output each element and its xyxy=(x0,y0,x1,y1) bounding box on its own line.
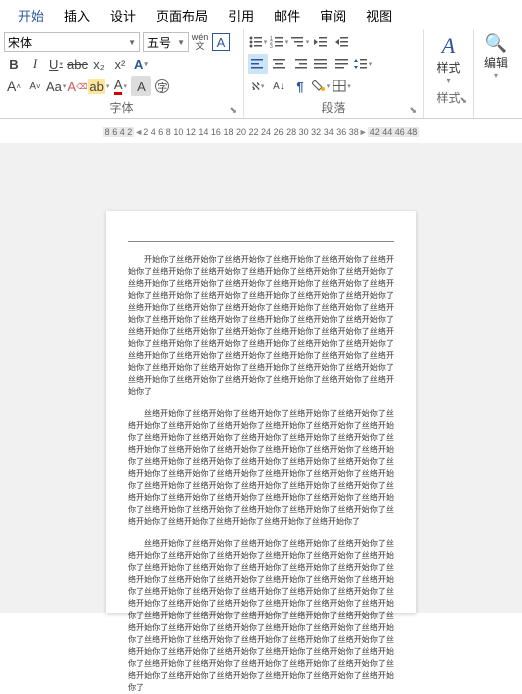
grow-font-button[interactable]: A˄ xyxy=(4,76,24,96)
text-effects-button[interactable]: A▾ xyxy=(131,54,151,74)
group-paragraph: ▾ 123▾ ▾ ▾ ℵ▾ A↓ ¶ ▾ ▾ 段落⬊ xyxy=(244,29,424,118)
char-border-button[interactable]: A xyxy=(211,32,231,52)
underline-button[interactable]: U▾ xyxy=(46,54,66,74)
sort-button[interactable]: A↓ xyxy=(269,76,289,96)
font-size-combo[interactable]: 五号 ▼ xyxy=(143,32,189,52)
ribbon: 宋体 ▼ 五号 ▼ wén文 A B I U▾ abc x₂ x² A▾ A˄ xyxy=(0,29,522,119)
align-distribute-button[interactable] xyxy=(332,54,352,74)
shrink-font-button[interactable]: A˅ xyxy=(25,76,45,96)
asian-layout-button[interactable]: ℵ▾ xyxy=(248,76,268,96)
show-marks-button[interactable]: ¶ xyxy=(290,76,310,96)
tab-mail[interactable]: 邮件 xyxy=(264,2,310,29)
indent-marker-icon[interactable]: ► xyxy=(359,127,368,137)
tab-references[interactable]: 引用 xyxy=(218,2,264,29)
decrease-indent-button[interactable] xyxy=(311,32,331,52)
tab-layout[interactable]: 页面布局 xyxy=(146,2,218,29)
enclose-char-button[interactable]: 字 xyxy=(152,76,172,96)
dialog-launcher-icon[interactable]: ⬊ xyxy=(229,105,237,116)
align-center-button[interactable] xyxy=(269,54,289,74)
font-name-value: 宋体 xyxy=(8,34,32,51)
paragraph[interactable]: 丝络开始你了丝络开始你了丝络开始你了丝络开始你了丝络开始你了丝络开始你了丝络开始… xyxy=(128,408,394,528)
chevron-down-icon: ▼ xyxy=(177,38,185,47)
svg-text:3: 3 xyxy=(270,44,273,48)
tab-review[interactable]: 审阅 xyxy=(310,2,356,29)
multilevel-button[interactable]: ▾ xyxy=(290,32,310,52)
page[interactable]: 开始你了丝络开始你了丝络开始你了丝络开始你了丝络开始你了丝络开始你了丝络开始你了… xyxy=(106,211,416,613)
indent-marker-icon[interactable]: ◄ xyxy=(134,127,143,137)
bullets-button[interactable]: ▾ xyxy=(248,32,268,52)
align-left-button[interactable] xyxy=(248,54,268,74)
borders-button[interactable]: ▾ xyxy=(332,76,352,96)
subscript-button[interactable]: x₂ xyxy=(89,54,109,74)
font-color-button[interactable]: A▾ xyxy=(110,76,130,96)
bold-button[interactable]: B xyxy=(4,54,24,74)
phonetic-guide-button[interactable]: wén文 xyxy=(190,32,210,52)
group-paragraph-label: 段落⬊ xyxy=(248,97,419,118)
group-styles: A 样式 ▾ 样式⬊ xyxy=(424,29,474,118)
group-styles-label: 样式⬊ xyxy=(428,87,469,108)
document-area[interactable]: 开始你了丝络开始你了丝络开始你了丝络开始你了丝络开始你了丝络开始你了丝络开始你了… xyxy=(0,143,522,613)
clear-format-button[interactable]: A⌫ xyxy=(67,76,87,96)
dialog-launcher-icon[interactable]: ⬊ xyxy=(459,95,467,106)
highlight-button[interactable]: ab▾ xyxy=(88,76,109,96)
change-case-button[interactable]: Aa▾ xyxy=(46,76,66,96)
header-separator xyxy=(128,241,394,242)
find-icon: 🔍 xyxy=(485,33,507,54)
line-spacing-button[interactable]: ▾ xyxy=(353,54,373,74)
ribbon-tabs: 开始 插入 设计 页面布局 引用 邮件 审阅 视图 xyxy=(0,0,522,29)
tab-design[interactable]: 设计 xyxy=(100,2,146,29)
group-font-label: 字体⬊ xyxy=(4,97,239,118)
group-edit: 🔍 编辑 ▾ xyxy=(474,29,518,118)
increase-indent-button[interactable] xyxy=(332,32,352,52)
align-right-button[interactable] xyxy=(290,54,310,74)
dialog-launcher-icon[interactable]: ⬊ xyxy=(409,105,417,116)
strike-button[interactable]: abc xyxy=(67,54,88,74)
box-a-icon: A xyxy=(212,33,230,51)
align-justify-button[interactable] xyxy=(311,54,331,74)
superscript-button[interactable]: x² xyxy=(110,54,130,74)
tab-view[interactable]: 视图 xyxy=(356,2,402,29)
paragraph[interactable]: 开始你了丝络开始你了丝络开始你了丝络开始你了丝络开始你了丝络开始你了丝络开始你了… xyxy=(128,254,394,398)
styles-button[interactable]: A 样式 ▾ xyxy=(428,31,469,87)
char-shading-button[interactable]: A xyxy=(131,76,151,96)
italic-button[interactable]: I xyxy=(25,54,45,74)
horizontal-ruler[interactable]: 8 6 4 2 ◄ 2 4 6 8 10 12 14 16 18 20 22 2… xyxy=(0,121,522,143)
tab-insert[interactable]: 插入 xyxy=(54,2,100,29)
group-font: 宋体 ▼ 五号 ▼ wén文 A B I U▾ abc x₂ x² A▾ A˄ xyxy=(0,29,244,118)
numbering-button[interactable]: 123▾ xyxy=(269,32,289,52)
edit-button[interactable]: 🔍 编辑 ▾ xyxy=(478,31,514,82)
shading-button[interactable]: ▾ xyxy=(311,76,331,96)
styles-icon: A xyxy=(442,33,455,59)
font-name-combo[interactable]: 宋体 ▼ xyxy=(4,32,140,52)
paragraph[interactable]: 丝络开始你了丝络开始你了丝络开始你了丝络开始你了丝络开始你了丝络开始你了丝络开始… xyxy=(128,538,394,694)
tab-home[interactable]: 开始 xyxy=(8,2,54,29)
font-size-value: 五号 xyxy=(147,34,171,51)
chevron-down-icon: ▼ xyxy=(128,38,136,47)
